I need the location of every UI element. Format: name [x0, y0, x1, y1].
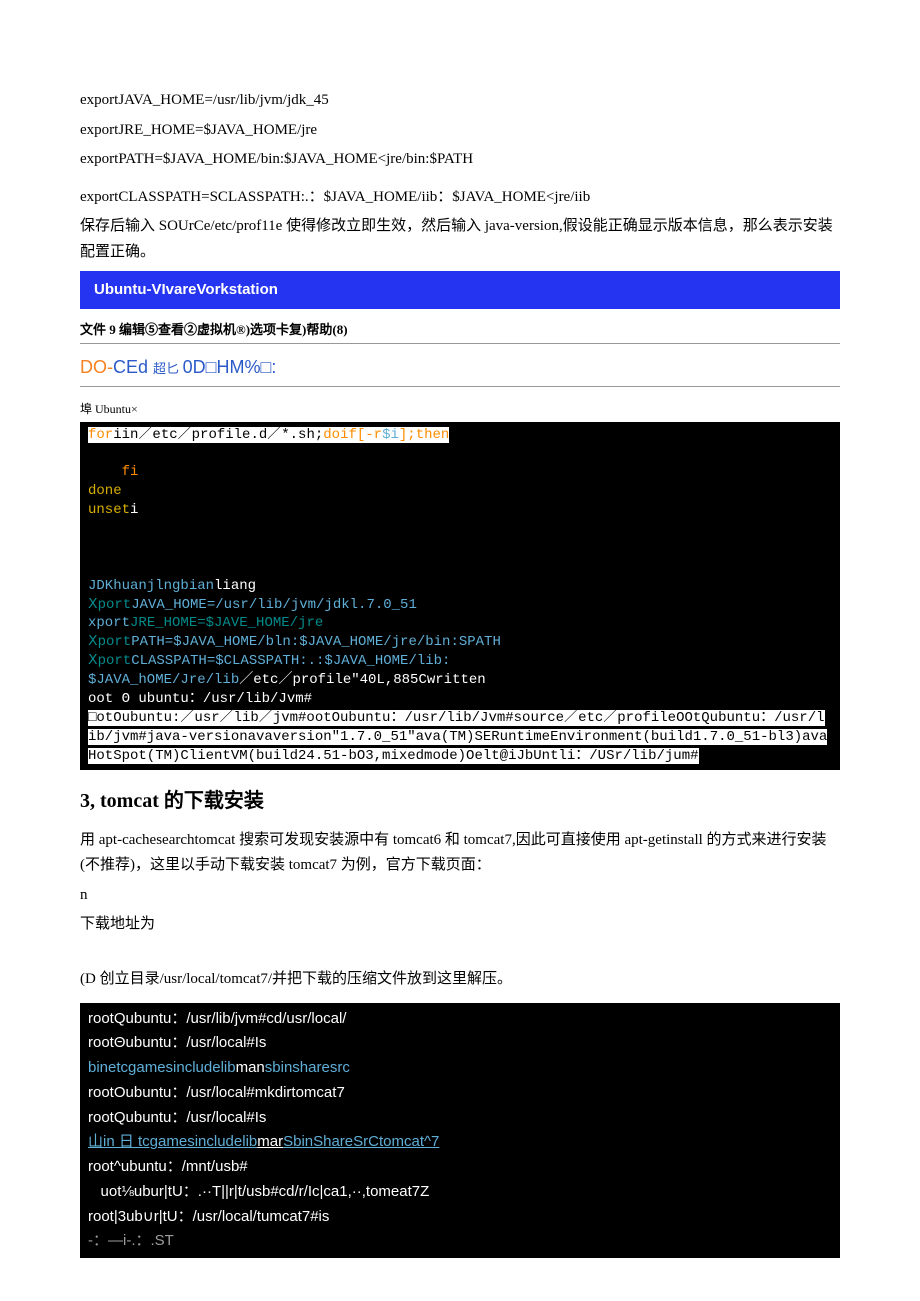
- terminal-1[interactable]: foriin／etc／profile.d／*.sh;doif[-r$i];the…: [80, 422, 840, 770]
- section-p3: 下载地址为: [80, 912, 840, 938]
- t1-path: ／etc／profile.d／*.sh;: [138, 427, 323, 443]
- section-p4: (D 创立目录/usr/local/tomcat7/并把下载的压缩文件放到这里解…: [80, 967, 840, 993]
- t2-l1: rootQubuntu：/usr/lib/jvm#cd/usr/local/: [88, 1010, 346, 1027]
- section-p2: n: [80, 883, 840, 909]
- t2-l3c: sbinsharesrc: [265, 1059, 350, 1076]
- t2-l6a: 山in 日 tcgamesincludelib: [88, 1133, 257, 1150]
- t1-if: if[-r: [340, 427, 382, 443]
- t1-unset: unset: [88, 502, 130, 518]
- t1-then: ];then: [399, 427, 449, 443]
- env-classpath: exportCLASSPATH=SCLASSPATH:.：$JAVA_HOME/…: [80, 185, 840, 211]
- menu-bar[interactable]: 文件 9 编辑⑤查看②虚拟机®)选项卡复)帮助(8): [80, 317, 840, 344]
- t2-l8: uot⅛ubur|tU：.··T||r|t/usb#cd/r/Ic|ca1,··…: [88, 1183, 429, 1200]
- t2-l9: root|3ub∪r|tU：/usr/local/tumcat7#is: [88, 1208, 329, 1225]
- toolbar[interactable]: DO-CEd 超匕 0D□HM%□:: [80, 348, 840, 388]
- t1-jdk-label2: liang: [214, 578, 256, 594]
- env-java-home: exportJAVA_HOME=/usr/lib/jvm/jdk_45: [80, 88, 840, 114]
- toolbar-seg-b: CEd: [113, 357, 153, 377]
- env-jre-home: exportJRE_HOME=$JAVA_HOME/jre: [80, 118, 840, 144]
- t1-p5a: $JAVA_hOME/Jre/lib: [88, 672, 239, 688]
- env-note: 保存后输入 SOUrCe/etc/prof11e 使得修改立即生效，然后输入 j…: [80, 214, 840, 265]
- t1-p5b: ／etc／profile"40L,885Cwritten: [239, 672, 485, 688]
- t1-done: done: [88, 483, 122, 499]
- window-title-bar: Ubuntu-VIvareVorkstation: [80, 271, 840, 309]
- t2-l6c: SbinShareSrCtomcat^7: [283, 1133, 439, 1150]
- vm-tab[interactable]: 埠 Ubuntu×: [80, 399, 840, 419]
- toolbar-seg-a: DO-: [80, 357, 113, 377]
- t1-fi: fi: [122, 464, 139, 480]
- t1-x1b: JAVA_HOME=/usr/lib/jvm/jdkl.7.0_51: [131, 597, 417, 613]
- t2-l4: rootOubuntu：/usr/local#mkdirtomcat7: [88, 1084, 345, 1101]
- section-p1: 用 apt-cachesearchtomcat 搜索可发现安装源中有 tomca…: [80, 828, 840, 879]
- t1-x1a: Ⅹport: [88, 597, 131, 613]
- t2-l3a: binetcgamesincludelib: [88, 1059, 236, 1076]
- t1-for: for: [88, 427, 113, 443]
- t2-l2: rootΘubuntu：/usr/local#Is: [88, 1034, 266, 1051]
- terminal-2[interactable]: rootQubuntu：/usr/lib/jvm#cd/usr/local/ r…: [80, 1003, 840, 1259]
- t1-do: do: [323, 427, 340, 443]
- t2-l3b: man: [236, 1059, 265, 1076]
- t2-l10: -：—i-.：.ST: [88, 1232, 174, 1249]
- section-heading: 3, tomcat 的下载安装: [80, 784, 840, 818]
- t1-p7: □otOubuntu:／usr／lib／jvm#ootOubuntu：/usr/…: [88, 710, 827, 764]
- t1-x2b: JRE_HOME=$JAVE_HOME/jre: [130, 615, 323, 631]
- toolbar-seg-d: 0D□HM%□:: [183, 357, 277, 377]
- t1-x3b: PATH=$JAVA_HOME/bln:$JAVA_HOME/jre/bin:S…: [131, 634, 501, 650]
- t1-iin: iin: [113, 427, 138, 443]
- t1-jdk-label: JDKhuanjlngbian: [88, 578, 214, 594]
- t2-l6b: mar: [257, 1133, 283, 1150]
- t1-x3a: Ⅹport: [88, 634, 131, 650]
- t2-l7: root^ubuntu：/mnt/usb#: [88, 1158, 248, 1175]
- t1-unset-i: i: [130, 502, 138, 518]
- t1-p6: oot Θ ubuntu：/usr/lib/Jvm#: [88, 691, 312, 707]
- t2-l5: rootQubuntu：/usr/local#Is: [88, 1109, 266, 1126]
- t1-x4a: Ⅹport: [88, 653, 131, 669]
- t1-x4b: CLASSPATH=$CLASSPATH:.:$JAVA_HOME/lib:: [131, 653, 450, 669]
- toolbar-seg-c: 超匕: [153, 361, 183, 376]
- t1-var: $i: [382, 427, 399, 443]
- t1-x2a: xport: [88, 615, 130, 631]
- env-path: exportPATH=$JAVA_HOME/bin:$JAVA_HOME<jre…: [80, 147, 840, 173]
